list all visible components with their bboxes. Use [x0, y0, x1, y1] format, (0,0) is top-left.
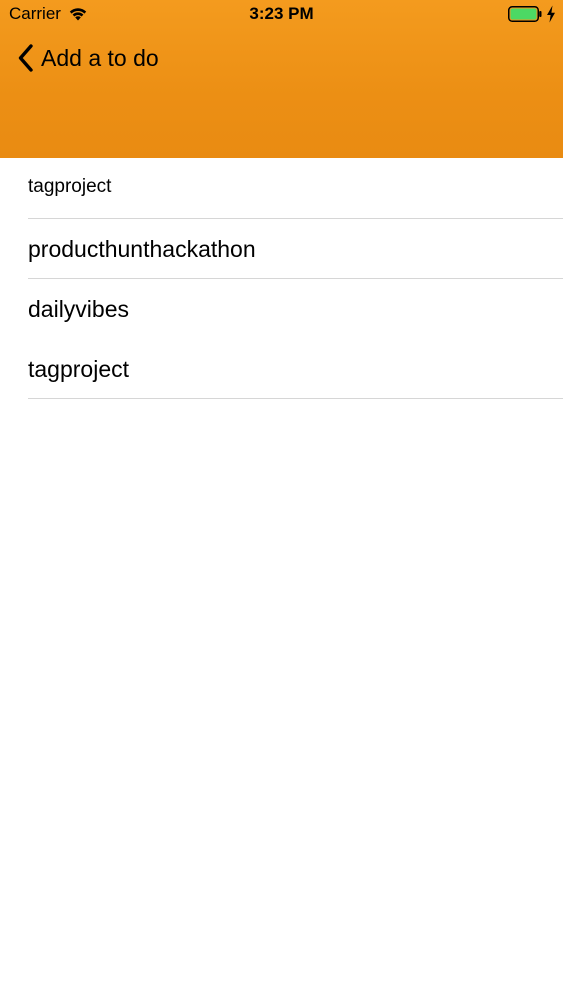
- charging-bolt-icon: [547, 5, 555, 23]
- navigation-header: Carrier 3:23 PM Add a to do: [0, 0, 563, 158]
- status-time: 3:23 PM: [249, 4, 314, 23]
- chevron-left-icon: [18, 44, 33, 72]
- back-button[interactable]: Add a to do: [16, 42, 159, 74]
- battery-icon: [508, 6, 542, 22]
- back-button-label: Add a to do: [41, 45, 159, 71]
- suggestion-item[interactable]: tagproject: [28, 339, 563, 399]
- suggestion-list: producthunthackathon dailyvibes tagproje…: [28, 219, 563, 399]
- status-bar: Carrier 3:23 PM: [0, 0, 563, 30]
- suggestion-item[interactable]: dailyvibes: [28, 279, 563, 339]
- search-input[interactable]: [28, 162, 548, 212]
- suggestion-item[interactable]: producthunthackathon: [28, 219, 563, 279]
- search-row: [28, 160, 563, 219]
